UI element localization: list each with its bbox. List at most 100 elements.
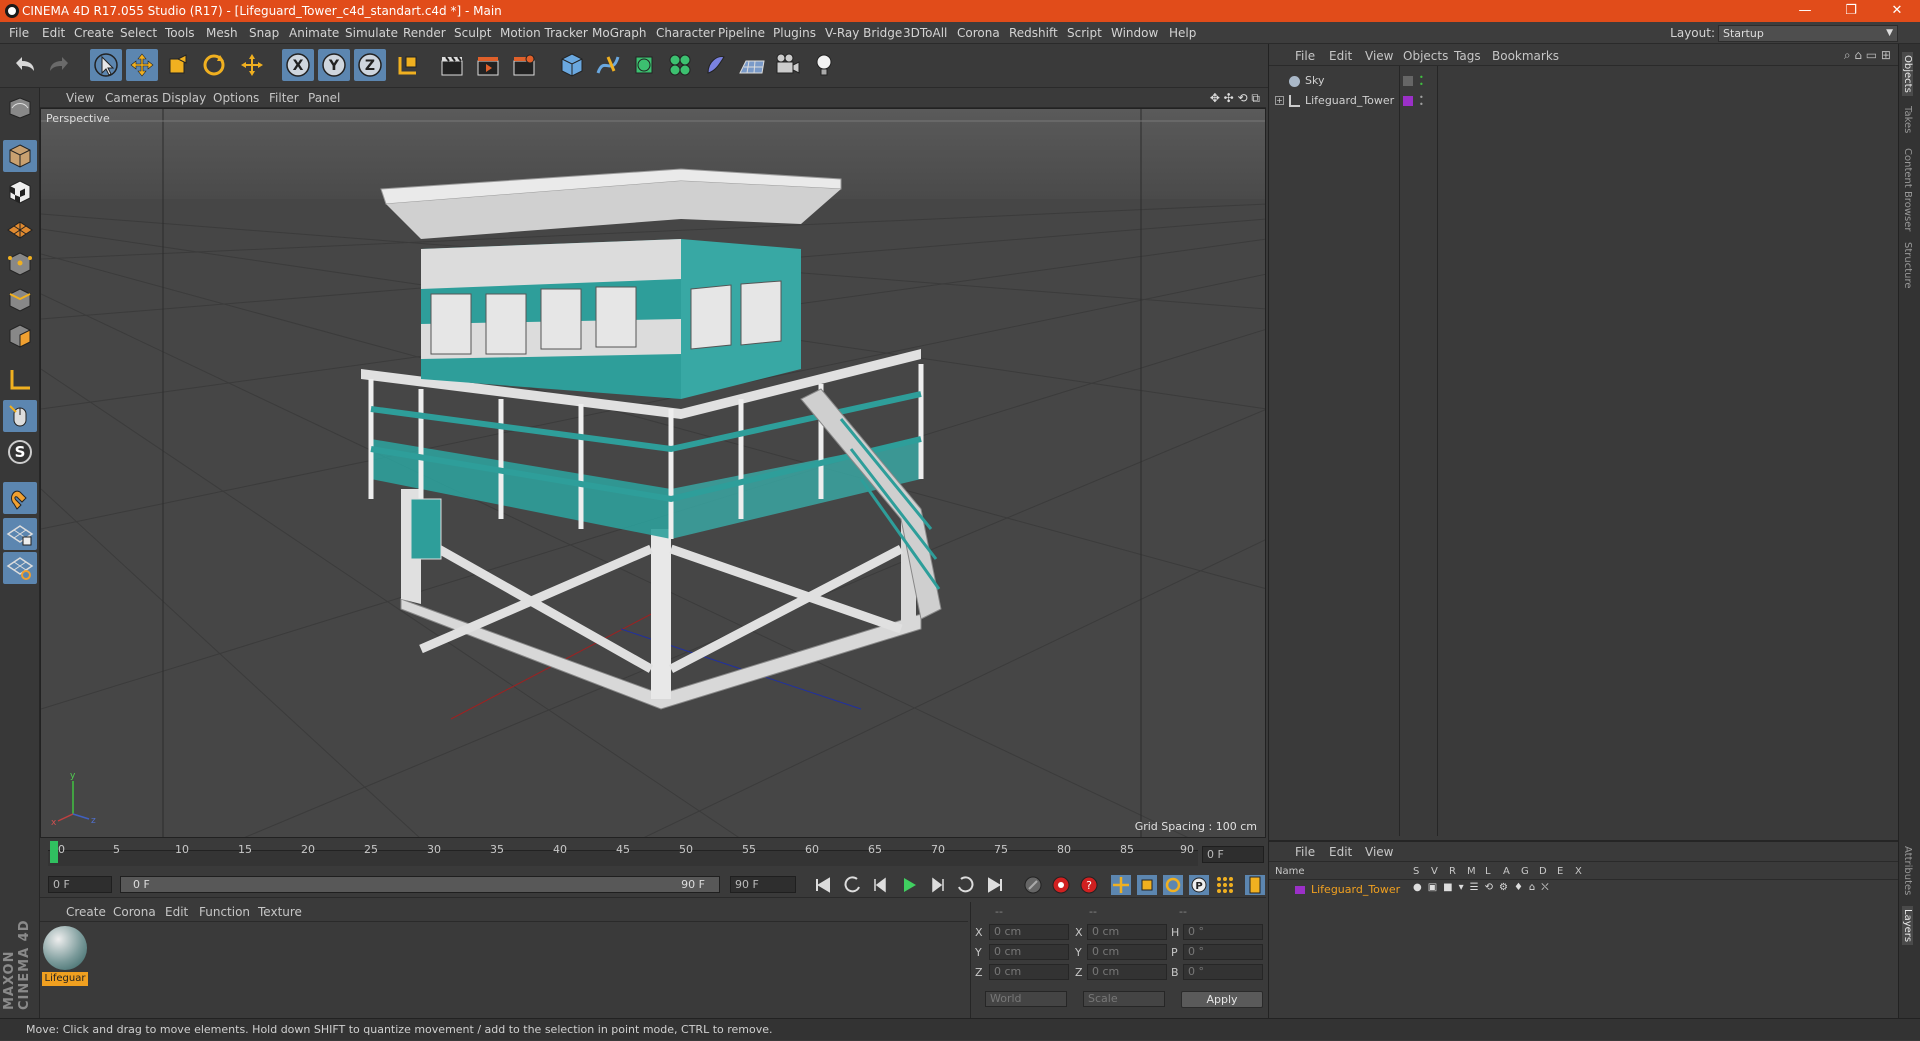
size-x-field[interactable]: 0 cm (1087, 924, 1167, 940)
menu-help[interactable]: Help (1169, 26, 1196, 40)
menu-plugins[interactable]: Plugins (773, 26, 816, 40)
go-to-start-button[interactable] (812, 874, 834, 896)
menu-redshift[interactable]: Redshift (1009, 26, 1058, 40)
parameter-key-button[interactable]: P (1188, 874, 1210, 896)
menu-script[interactable]: Script (1067, 26, 1102, 40)
layer-row[interactable]: Lifeguard_Tower ●▣■▾☰⟲⚙♦⌂⛌ (1269, 882, 1899, 898)
menu-window[interactable]: Window (1111, 26, 1158, 40)
material-item[interactable]: Lifeguar (42, 926, 88, 986)
snap-toggle-button[interactable]: S (3, 436, 37, 468)
rotation-p-field[interactable]: 0 ° (1183, 944, 1263, 960)
go-to-end-button[interactable] (984, 874, 1006, 896)
layers-menu-edit[interactable]: Edit (1329, 845, 1352, 859)
menu-mograph[interactable]: MoGraph (592, 26, 647, 40)
objects-menu-tags[interactable]: Tags (1454, 49, 1481, 63)
points-mode-button[interactable] (3, 248, 37, 280)
timeline-ruler[interactable]: 0 5 10 15 20 25 30 35 40 45 50 55 60 65 … (40, 838, 1266, 870)
viewport-nav-icons[interactable]: ✥ ✣ ⟲ ⧉ (1210, 91, 1260, 106)
menu-render[interactable]: Render (403, 26, 446, 40)
texture-mode-button[interactable] (3, 176, 37, 208)
rotation-b-field[interactable]: 0 ° (1183, 964, 1263, 980)
timeline-window-button[interactable] (1244, 874, 1266, 896)
material-menu-texture[interactable]: Texture (258, 905, 302, 919)
coordinate-system-button[interactable] (392, 49, 424, 81)
locked-workplane-button[interactable] (3, 518, 37, 550)
next-key-button[interactable] (954, 874, 976, 896)
minimize-button[interactable]: — (1782, 0, 1828, 22)
current-frame-marker[interactable] (50, 841, 58, 863)
tab-objects[interactable]: Objects (1902, 52, 1913, 96)
menu-vray-bridge[interactable]: V-Ray Bridge (825, 26, 902, 40)
rotation-key-button[interactable] (1162, 874, 1184, 896)
menu-mesh[interactable]: Mesh (206, 26, 238, 40)
apply-button[interactable]: Apply (1181, 991, 1263, 1008)
scale-tool-button[interactable] (162, 49, 194, 81)
live-selection-button[interactable] (90, 49, 122, 81)
tab-content-browser[interactable]: Content Browser (1902, 148, 1913, 231)
add-subdivision-button[interactable] (628, 49, 660, 81)
add-camera-button[interactable] (772, 49, 804, 81)
layout-dropdown[interactable]: Startup ▼ (1718, 25, 1898, 42)
material-menu-corona[interactable]: Corona (113, 905, 156, 919)
undo-button[interactable] (8, 49, 40, 81)
layer-color-swatch[interactable] (1403, 76, 1413, 86)
add-spline-pen-button[interactable] (592, 49, 624, 81)
menu-create[interactable]: Create (74, 26, 114, 40)
material-menu-create[interactable]: Create (66, 905, 106, 919)
workplane-mode-button[interactable] (3, 210, 37, 242)
model-mode-button[interactable] (3, 140, 37, 172)
menu-character[interactable]: Character (656, 26, 715, 40)
scale-key-button[interactable] (1136, 874, 1158, 896)
make-editable-button[interactable] (3, 92, 37, 124)
preview-range-slider[interactable]: 0 F 90 F (120, 876, 720, 893)
viewport-menu-view[interactable]: View (66, 91, 94, 105)
position-key-button[interactable] (1110, 874, 1132, 896)
objects-menu-objects[interactable]: Objects (1403, 49, 1448, 63)
previous-frame-button[interactable] (870, 874, 892, 896)
add-cube-button[interactable] (556, 49, 588, 81)
end-frame-field[interactable]: 90 F (730, 876, 796, 893)
layer-color-swatch[interactable] (1403, 96, 1413, 106)
edges-mode-button[interactable] (3, 284, 37, 316)
auto-keying-button[interactable] (1050, 874, 1072, 896)
tab-takes[interactable]: Takes (1902, 106, 1913, 133)
axis-mode-button[interactable] (3, 364, 37, 396)
move-tool-button[interactable] (126, 49, 158, 81)
next-frame-button[interactable] (926, 874, 948, 896)
render-picture-viewer-button[interactable] (472, 49, 504, 81)
object-row-lifeguard-tower[interactable]: + Lifeguard_Tower • • (1269, 92, 1899, 110)
point-level-key-button[interactable] (1214, 874, 1236, 896)
visibility-dots[interactable]: • • (1419, 74, 1424, 89)
menu-simulate[interactable]: Simulate (345, 26, 398, 40)
object-row-sky[interactable]: Sky • • (1269, 72, 1899, 90)
enable-snap-button[interactable] (3, 482, 37, 514)
menu-3dtoall[interactable]: 3DToAll (903, 26, 947, 40)
menu-snap[interactable]: Snap (249, 26, 279, 40)
redo-button[interactable] (44, 49, 76, 81)
size-y-field[interactable]: 0 cm (1087, 944, 1167, 960)
viewport-menu-panel[interactable]: Panel (308, 91, 340, 105)
menu-corona[interactable]: Corona (957, 26, 1000, 40)
menu-motion-tracker[interactable]: Motion Tracker (500, 26, 588, 40)
viewport-perspective[interactable]: y x z Perspective Grid Spacing : 100 cm (40, 108, 1266, 838)
layer-color-swatch[interactable] (1295, 886, 1305, 894)
previous-key-button[interactable] (842, 874, 864, 896)
play-button[interactable] (898, 874, 920, 896)
start-frame-field[interactable]: 0 F (48, 876, 112, 893)
rotate-tool-button[interactable] (198, 49, 230, 81)
keyframe-selection-button[interactable]: ? (1078, 874, 1100, 896)
tab-structure[interactable]: Structure (1902, 242, 1913, 289)
layers-menu-file[interactable]: File (1295, 845, 1315, 859)
layers-menu-view[interactable]: View (1365, 845, 1393, 859)
menu-pipeline[interactable]: Pipeline (718, 26, 765, 40)
planar-workplane-button[interactable] (3, 552, 37, 584)
menu-file[interactable]: File (9, 26, 29, 40)
menu-tools[interactable]: Tools (165, 26, 195, 40)
menu-select[interactable]: Select (120, 26, 157, 40)
material-menu-function[interactable]: Function (199, 905, 250, 919)
expand-icon[interactable]: + (1275, 96, 1284, 105)
tweak-mode-button[interactable] (3, 400, 37, 432)
menu-animate[interactable]: Animate (289, 26, 339, 40)
record-keys-button[interactable] (1022, 874, 1044, 896)
objects-menu-edit[interactable]: Edit (1329, 49, 1352, 63)
